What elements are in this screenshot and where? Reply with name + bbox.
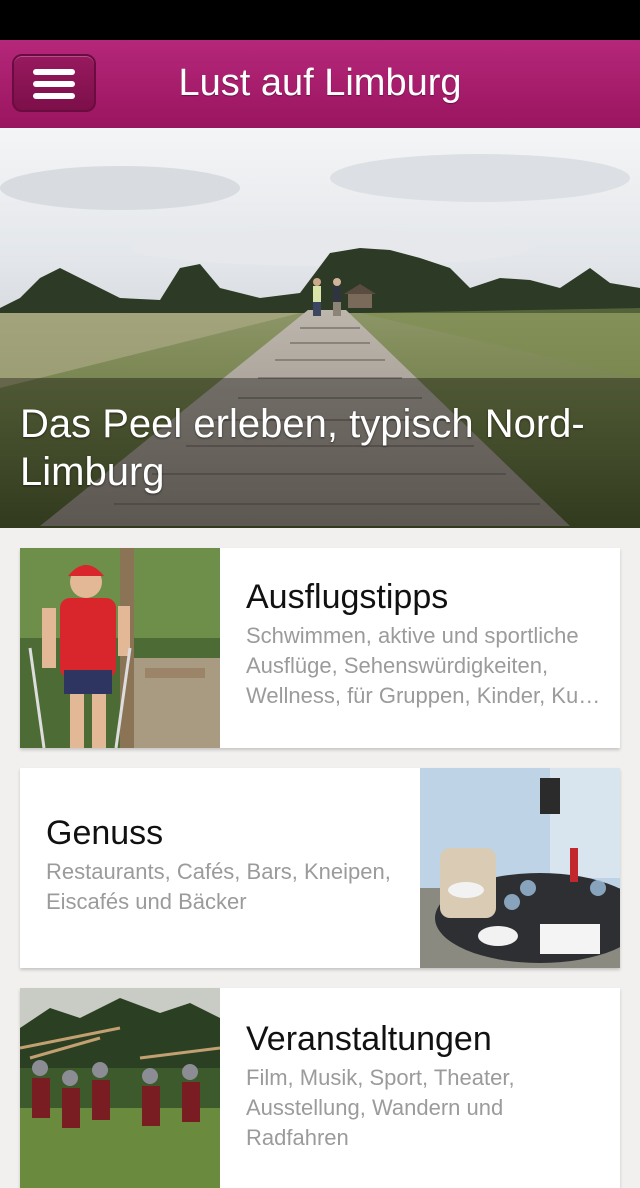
veranstaltungen-text: Veranstaltungen Film, Musik, Sport, Thea… [246,1020,606,1153]
app-title: Lust auf Limburg [178,62,462,104]
hero-title: Das Peel erleben, typisch Nord-Limburg [20,402,585,494]
category-card-ausflugstipps[interactable]: Ausflugstipps Schwimmen, aktive und spor… [20,548,620,748]
hero-banner[interactable]: Das Peel erleben, typisch Nord-Limburg [0,128,640,528]
card-title: Genuss [46,814,164,852]
card-title: Veranstaltungen [246,1020,492,1058]
genuss-thumbnail [420,768,620,968]
card-description: Restaurants, Cafés, Bars, Kneipen, Eisca… [46,859,391,914]
status-bar [0,0,640,40]
card-title: Ausflugstipps [246,578,449,616]
category-card-veranstaltungen[interactable]: Veranstaltungen Film, Musik, Sport, Thea… [20,988,620,1188]
card-description: Schwimmen, aktive und sportliche Ausflüg… [246,623,601,708]
menu-button[interactable] [12,54,96,112]
card-description: Film, Musik, Sport, Theater, Ausstellung… [246,1065,515,1150]
hamburger-menu-icon [33,69,75,99]
ausflugstipps-thumbnail [20,548,220,748]
veranstaltungen-thumbnail [20,988,220,1188]
navigation-bar: Lust auf Limburg [0,40,640,129]
genuss-text: Genuss Restaurants, Cafés, Bars, Kneipen… [46,814,406,917]
ausflugstipps-text: Ausflugstipps Schwimmen, aktive und spor… [246,578,606,711]
category-card-genuss[interactable]: Genuss Restaurants, Cafés, Bars, Kneipen… [20,768,620,968]
